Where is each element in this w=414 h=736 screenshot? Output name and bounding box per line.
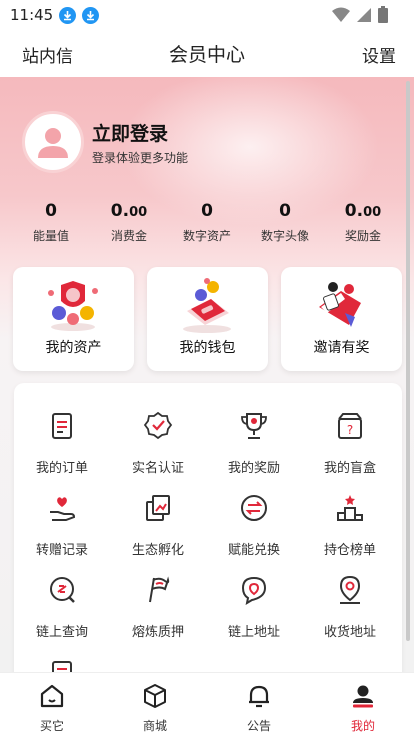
grid-item-shipping-address[interactable]: 收货地址 — [302, 575, 398, 645]
grid-item-chain-query[interactable]: 链上查询 — [14, 575, 110, 645]
tab-label: 商城 — [142, 719, 167, 733]
grid-item-chain-address[interactable]: 链上地址 — [206, 575, 302, 645]
wifi-icon — [332, 7, 350, 22]
settings-link[interactable]: 设置 — [362, 42, 396, 67]
tab-mine[interactable]: 我的 — [323, 683, 403, 734]
bell-icon — [249, 685, 269, 708]
order-icon — [52, 413, 72, 439]
stat-label: 数字头像 — [260, 229, 309, 243]
stat-energy[interactable]: 0 能量值 — [11, 201, 91, 244]
document-icon — [52, 661, 72, 672]
grid-item-orders[interactable]: 我的订单 — [14, 411, 110, 481]
podium-icon — [337, 495, 363, 521]
grid-item-smelt-stake[interactable]: 熔炼质押 — [110, 575, 206, 645]
home-icon — [40, 684, 64, 708]
grid-item-blind-box[interactable]: ? 我的盲盒 — [302, 411, 398, 481]
status-time: 11:45 — [10, 6, 54, 24]
tab-label: 买它 — [39, 719, 64, 733]
tab-mall[interactable]: 商城 — [115, 683, 195, 734]
card-my-wallet[interactable]: 我的钱包 — [147, 267, 268, 371]
function-grid: 我的订单 实名认证 我的奖励 ? 我的盲盒 转赠记录 生态孵化 赋能兑换 持仓榜… — [14, 383, 402, 672]
grid-label: 转赠记录 — [35, 543, 88, 558]
grid-item-verify[interactable]: 实名认证 — [110, 411, 206, 481]
grid-label: 生态孵化 — [131, 543, 184, 558]
grid-item-transfers[interactable]: 转赠记录 — [14, 493, 110, 563]
grid-label: 熔炼质押 — [131, 625, 184, 640]
stat-digital-avatar[interactable]: 0 数字头像 — [245, 201, 325, 244]
grid-label: 持仓榜单 — [323, 543, 376, 558]
svg-text:?: ? — [347, 423, 353, 437]
grid-item-more[interactable] — [14, 659, 110, 672]
grid-item-ranking[interactable]: 持仓榜单 — [302, 493, 398, 563]
stats-row: 0 能量值 0.00 消费金 0 数字资产 0 数字头像 0.00 奖励金 — [0, 201, 414, 251]
scrollbar[interactable] — [406, 81, 410, 641]
stat-digital-assets[interactable]: 0 数字资产 — [167, 201, 247, 244]
card-my-assets[interactable]: 我的资产 — [13, 267, 134, 371]
grid-item-exchange[interactable]: 赋能兑换 — [206, 493, 302, 563]
download-icon — [59, 6, 77, 24]
download-icon — [82, 6, 100, 24]
tab-label: 公告 — [246, 719, 271, 733]
stat-label: 消费金 — [110, 229, 147, 243]
grid-item-rewards[interactable]: 我的奖励 — [206, 411, 302, 481]
wallet-phone-icon — [183, 278, 231, 333]
gift-hand-icon — [50, 497, 76, 521]
chain-search-icon — [50, 577, 75, 603]
grid-label: 链上查询 — [35, 625, 88, 640]
grid-item-incubate[interactable]: 生态孵化 — [110, 493, 206, 563]
card-label: 邀请有奖 — [313, 340, 370, 356]
grid-label: 实名认证 — [131, 461, 184, 476]
card-label: 我的钱包 — [179, 340, 236, 356]
top-header: 站内信 会员中心 设置 — [0, 30, 414, 76]
stat-consume[interactable]: 0.00 消费金 — [89, 201, 169, 244]
member-center-content[interactable]: 立即登录 登录体验更多功能 0 能量值 0.00 消费金 0 数字资产 0 数字… — [0, 77, 414, 672]
incubate-icon — [146, 495, 170, 521]
pin-icon — [339, 575, 361, 604]
blind-box-icon: ? — [338, 413, 362, 439]
grid-label: 收货地址 — [323, 625, 376, 640]
grid-label: 我的奖励 — [227, 461, 280, 476]
stat-label: 数字资产 — [182, 229, 231, 243]
grid-label: 赋能兑换 — [227, 543, 280, 558]
invite-fan-icon — [319, 282, 361, 327]
exchange-icon — [241, 495, 267, 521]
grid-label: 我的盲盒 — [323, 461, 376, 476]
trophy-icon — [241, 413, 267, 439]
flag-icon — [149, 576, 170, 603]
tab-notice[interactable]: 公告 — [219, 683, 299, 734]
default-avatar-icon — [38, 128, 68, 158]
grid-label: 链上地址 — [227, 625, 280, 640]
cube-icon — [144, 684, 166, 708]
battery-icon — [378, 6, 388, 23]
coins-icon — [48, 281, 98, 331]
login-subtitle: 登录体验更多功能 — [92, 151, 189, 165]
login-button[interactable]: 立即登录 — [92, 119, 168, 146]
card-invite[interactable]: 邀请有奖 — [281, 267, 402, 371]
location-chat-icon — [241, 576, 267, 606]
avatar[interactable] — [22, 111, 84, 173]
status-bar: 11:45 — [0, 0, 414, 30]
card-label: 我的资产 — [45, 340, 102, 356]
page-title: 会员中心 — [168, 44, 245, 66]
tab-buy[interactable]: 买它 — [12, 683, 92, 734]
bottom-tab-bar: 买它 商城 公告 我的 — [0, 672, 414, 736]
tab-label: 我的 — [350, 719, 375, 733]
verified-icon — [143, 411, 173, 440]
stat-label: 奖励金 — [344, 229, 381, 243]
user-icon — [353, 685, 373, 708]
stat-reward[interactable]: 0.00 奖励金 — [323, 201, 403, 244]
grid-label: 我的订单 — [35, 461, 88, 476]
signal-icon — [357, 7, 371, 22]
stat-label: 能量值 — [32, 229, 69, 243]
